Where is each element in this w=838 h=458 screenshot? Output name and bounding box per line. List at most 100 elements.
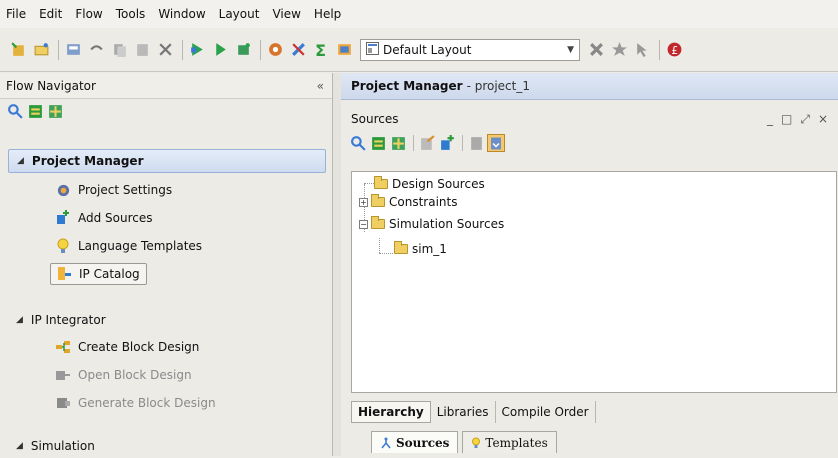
flow-navigator-title: Flow Navigator bbox=[6, 78, 96, 93]
nav-item-label: Language Templates bbox=[78, 239, 203, 253]
nav-item-project-settings[interactable]: Project Settings bbox=[50, 179, 178, 201]
tree-node-label: Simulation Sources bbox=[389, 217, 505, 231]
float-icon[interactable]: ⤢ bbox=[800, 112, 810, 127]
sum-icon[interactable]: Σ bbox=[311, 40, 331, 60]
lightbulb-icon bbox=[471, 437, 481, 449]
open-hardware-icon[interactable] bbox=[233, 40, 253, 60]
expand-all-icon[interactable] bbox=[389, 134, 407, 152]
collapse-panel-icon[interactable]: « bbox=[317, 79, 324, 93]
collapse-all-icon[interactable] bbox=[369, 134, 387, 152]
report-icon[interactable] bbox=[334, 40, 354, 60]
lightbulb-icon bbox=[54, 237, 72, 255]
section-simulation[interactable]: ◢ Simulation bbox=[8, 434, 326, 458]
layout-icon bbox=[366, 41, 379, 58]
tab-sources[interactable]: Sources bbox=[371, 431, 459, 453]
generate-block-design-icon bbox=[54, 394, 72, 412]
tree-node-design-sources[interactable]: Design Sources bbox=[374, 175, 485, 193]
folder-icon bbox=[394, 241, 408, 254]
sources-toolbar bbox=[341, 132, 838, 154]
layout-select[interactable]: Default Layout ▼ bbox=[360, 38, 580, 61]
tools-icon[interactable] bbox=[288, 40, 308, 60]
caret-down-icon: ◢ bbox=[16, 441, 23, 451]
pin-icon[interactable] bbox=[586, 40, 606, 60]
add-sources-icon[interactable] bbox=[438, 134, 456, 152]
nav-item-label: IP Catalog bbox=[79, 267, 140, 281]
section-label: Simulation bbox=[30, 439, 95, 453]
tab-hierarchy[interactable]: Hierarchy bbox=[351, 401, 431, 423]
menu-window[interactable]: Window bbox=[158, 7, 205, 21]
delete-icon[interactable] bbox=[155, 40, 175, 60]
nav-item-label: Generate Block Design bbox=[78, 396, 216, 410]
ip-catalog-icon bbox=[55, 265, 73, 283]
tree-node-label: Design Sources bbox=[392, 177, 485, 191]
tab-libraries[interactable]: Libraries bbox=[431, 401, 496, 423]
layout-select-value: Default Layout bbox=[383, 42, 472, 57]
nav-item-language-templates[interactable]: Language Templates bbox=[50, 235, 208, 257]
nav-item-open-block-design[interactable]: Open Block Design bbox=[50, 364, 198, 386]
save-icon[interactable] bbox=[63, 40, 83, 60]
expand-icon[interactable]: + bbox=[359, 197, 368, 207]
folder-icon bbox=[371, 194, 385, 207]
undo-icon[interactable] bbox=[86, 40, 106, 60]
project-manager-panel: Project Manager - project_1 Sources _ □ … bbox=[341, 73, 838, 456]
tree-node-simulation-sources[interactable]: − Simulation Sources bbox=[359, 215, 504, 233]
tab-label: Sources bbox=[396, 435, 450, 450]
flow-navigator-panel: Flow Navigator « ◢ Project Manager Proje… bbox=[0, 73, 333, 456]
chevron-down-icon: ▼ bbox=[567, 44, 574, 55]
maximize-icon[interactable]: □ bbox=[781, 112, 792, 127]
menu-tools[interactable]: Tools bbox=[116, 7, 146, 21]
menu-view[interactable]: View bbox=[272, 7, 300, 21]
copy-icon[interactable] bbox=[109, 40, 129, 60]
main-toolbar: Σ Default Layout ▼ £ bbox=[0, 28, 838, 72]
nav-item-ip-catalog[interactable]: IP Catalog bbox=[50, 263, 147, 285]
panel-tabs: Sources Templates bbox=[371, 429, 561, 453]
sources-tree[interactable]: Design Sources + Constraints − Simulatio… bbox=[351, 171, 837, 393]
cursor-icon[interactable] bbox=[632, 40, 652, 60]
menu-file[interactable]: File bbox=[6, 7, 26, 21]
open-project-icon[interactable] bbox=[31, 40, 51, 60]
nav-item-add-sources[interactable]: Add Sources bbox=[50, 207, 159, 229]
star-icon[interactable] bbox=[609, 40, 629, 60]
section-project-manager[interactable]: ◢ Project Manager bbox=[8, 149, 326, 173]
section-ip-integrator[interactable]: ◢ IP Integrator bbox=[8, 308, 326, 332]
tab-templates[interactable]: Templates bbox=[462, 431, 557, 453]
run-synthesis-icon[interactable] bbox=[210, 40, 230, 60]
folder-icon bbox=[371, 216, 385, 229]
menu-bar: File Edit Flow Tools Window Layout View … bbox=[0, 0, 838, 28]
search-icon[interactable] bbox=[6, 102, 24, 120]
search-icon[interactable] bbox=[349, 134, 367, 152]
menu-flow[interactable]: Flow bbox=[75, 7, 102, 21]
settings-icon[interactable] bbox=[265, 40, 285, 60]
toggle-view-icon[interactable] bbox=[487, 134, 505, 152]
properties-icon[interactable] bbox=[467, 134, 485, 152]
tree-node-constraints[interactable]: + Constraints bbox=[359, 193, 457, 211]
edit-icon[interactable] bbox=[418, 134, 436, 152]
svg-text:£: £ bbox=[671, 44, 678, 57]
nav-item-label: Project Settings bbox=[78, 183, 173, 197]
gear-icon bbox=[54, 181, 72, 199]
paste-icon[interactable] bbox=[132, 40, 152, 60]
new-project-icon[interactable] bbox=[8, 40, 28, 60]
menu-edit[interactable]: Edit bbox=[39, 7, 62, 21]
collapse-all-icon[interactable] bbox=[26, 102, 44, 120]
tab-compile-order[interactable]: Compile Order bbox=[496, 401, 596, 423]
nav-item-label: Open Block Design bbox=[78, 368, 192, 382]
nav-item-create-block-design[interactable]: Create Block Design bbox=[50, 336, 205, 358]
menu-layout[interactable]: Layout bbox=[219, 7, 260, 21]
nav-item-generate-block-design[interactable]: Generate Block Design bbox=[50, 392, 222, 414]
flow-navigator-header: Flow Navigator « bbox=[0, 73, 332, 99]
minimize-icon[interactable]: _ bbox=[767, 112, 773, 127]
run-icon[interactable] bbox=[187, 40, 207, 60]
section-label: Project Manager bbox=[31, 154, 144, 168]
tab-label: Templates bbox=[485, 435, 548, 450]
expand-all-icon[interactable] bbox=[46, 102, 64, 120]
panel-splitter[interactable] bbox=[333, 73, 341, 456]
help-icon[interactable]: £ bbox=[664, 40, 684, 60]
menu-help[interactable]: Help bbox=[314, 7, 341, 21]
collapse-icon[interactable]: − bbox=[359, 219, 368, 229]
section-label: IP Integrator bbox=[30, 313, 106, 327]
tree-node-sim-1[interactable]: sim_1 bbox=[394, 240, 447, 258]
svg-text:Σ: Σ bbox=[315, 41, 326, 58]
sources-view-tabs: Hierarchy Libraries Compile Order bbox=[351, 400, 596, 424]
close-icon[interactable]: × bbox=[818, 112, 828, 127]
